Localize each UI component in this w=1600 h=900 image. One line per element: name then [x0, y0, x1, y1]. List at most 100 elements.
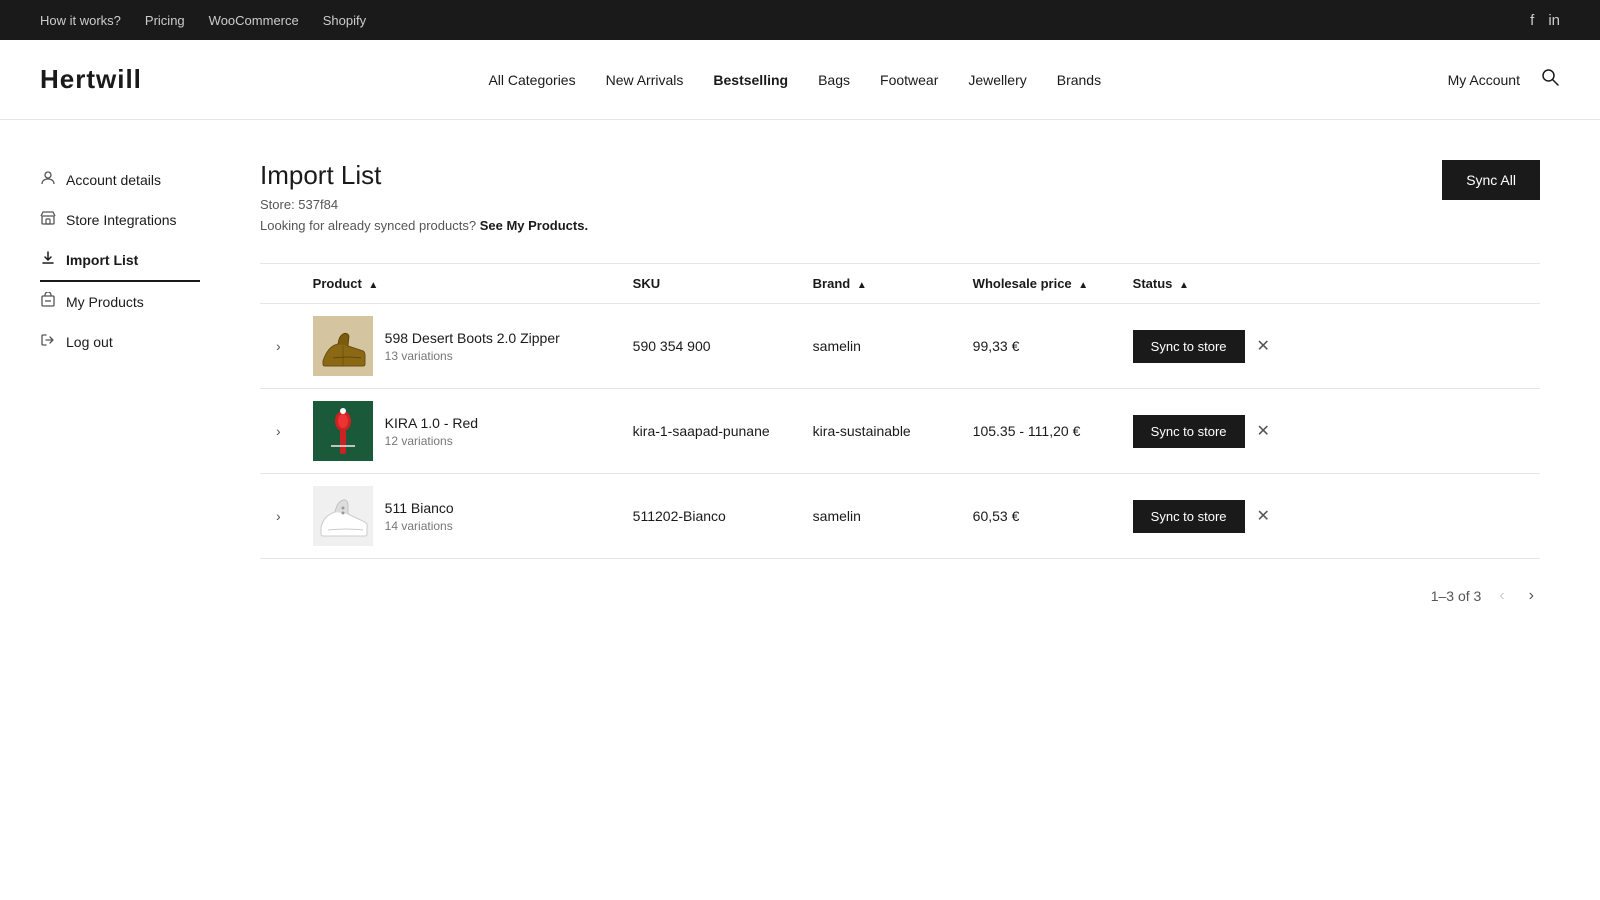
- facebook-icon[interactable]: f: [1530, 12, 1534, 29]
- product-name: 598 Desert Boots 2.0 Zipper: [385, 330, 560, 346]
- store-icon: [40, 210, 56, 230]
- sku-cell: 590 354 900: [617, 304, 797, 389]
- product-info: KIRA 1.0 - Red 12 variations: [385, 415, 478, 448]
- remove-product-button[interactable]: ✕: [1257, 506, 1270, 526]
- import-list-info: Import List Store: 537f84 Looking for al…: [260, 160, 588, 233]
- col-product-header[interactable]: Product ▲: [297, 264, 617, 304]
- header-right: My Account: [1448, 67, 1560, 92]
- brand-cell: samelin: [797, 304, 957, 389]
- product-sort-icon: ▲: [368, 280, 378, 291]
- nav-new-arrivals[interactable]: New Arrivals: [606, 72, 684, 88]
- row-expand-cell: ›: [260, 389, 297, 474]
- product-info: 511 Bianco 14 variations: [385, 500, 454, 533]
- my-account-link[interactable]: My Account: [1448, 72, 1520, 88]
- product-cell: 511 Bianco 14 variations: [297, 474, 617, 559]
- sync-to-store-button[interactable]: Sync to store: [1133, 415, 1245, 448]
- product-info: 598 Desert Boots 2.0 Zipper 13 variation…: [385, 330, 560, 363]
- product-variations: 12 variations: [385, 434, 478, 448]
- product-name: 511 Bianco: [385, 500, 454, 516]
- brand-cell: samelin: [797, 474, 957, 559]
- nav-brands[interactable]: Brands: [1057, 72, 1101, 88]
- product-cell: 598 Desert Boots 2.0 Zipper 13 variation…: [297, 304, 617, 389]
- price-cell: 60,53 €: [957, 474, 1117, 559]
- col-status-header[interactable]: Status ▲: [1117, 264, 1540, 304]
- topbar: How it works? Pricing WooCommerce Shopif…: [0, 0, 1600, 40]
- sync-to-store-button[interactable]: Sync to store: [1133, 330, 1245, 363]
- table-row: › 598 Desert Boots 2.0 Zipper 13 variati…: [260, 304, 1540, 389]
- sync-to-store-button[interactable]: Sync to store: [1133, 500, 1245, 533]
- col-brand-header[interactable]: Brand ▲: [797, 264, 957, 304]
- nav-bags[interactable]: Bags: [818, 72, 850, 88]
- sku-cell: kira-1-saapad-punane: [617, 389, 797, 474]
- see-my-products-link[interactable]: See My Products.: [480, 218, 588, 233]
- search-button[interactable]: [1540, 67, 1560, 92]
- nav-footwear[interactable]: Footwear: [880, 72, 938, 88]
- logout-icon: [40, 332, 56, 352]
- topbar-link-how[interactable]: How it works?: [40, 13, 121, 28]
- sidebar-item-store-integrations[interactable]: Store Integrations: [40, 200, 200, 240]
- pagination-prev-button[interactable]: ‹: [1493, 583, 1510, 609]
- pagination: 1–3 of 3 ‹ ›: [260, 583, 1540, 609]
- status-sort-icon: ▲: [1179, 280, 1189, 291]
- product-variations: 13 variations: [385, 349, 560, 363]
- product-thumbnail: [313, 401, 373, 461]
- page-layout: Account details Store Integrations Impor…: [0, 120, 1600, 900]
- expand-arrow[interactable]: ›: [276, 423, 281, 439]
- nav-all-categories[interactable]: All Categories: [488, 72, 575, 88]
- sidebar-label-import-list: Import List: [66, 252, 138, 268]
- status-cell: Sync to store ✕: [1117, 389, 1540, 474]
- header: Hertwill All Categories New Arrivals Bes…: [0, 40, 1600, 120]
- col-price-header[interactable]: Wholesale price ▲: [957, 264, 1117, 304]
- person-icon: [40, 170, 56, 190]
- topbar-link-woocommerce[interactable]: WooCommerce: [209, 13, 299, 28]
- sync-all-button[interactable]: Sync All: [1442, 160, 1540, 200]
- status-cell: Sync to store ✕: [1117, 474, 1540, 559]
- expand-arrow[interactable]: ›: [276, 338, 281, 354]
- brand-cell: kira-sustainable: [797, 389, 957, 474]
- price-cell: 105.35 - 111,20 €: [957, 389, 1117, 474]
- topbar-link-shopify[interactable]: Shopify: [323, 13, 366, 28]
- pagination-next-button[interactable]: ›: [1523, 583, 1540, 609]
- remove-product-button[interactable]: ✕: [1257, 336, 1270, 356]
- col-expand-header: [260, 264, 297, 304]
- pagination-label: 1–3 of 3: [1431, 588, 1482, 604]
- main-nav: All Categories New Arrivals Bestselling …: [488, 72, 1101, 88]
- sidebar-item-account-details[interactable]: Account details: [40, 160, 200, 200]
- product-variations: 14 variations: [385, 519, 454, 533]
- col-sku-header: SKU: [617, 264, 797, 304]
- topbar-link-pricing[interactable]: Pricing: [145, 13, 185, 28]
- store-label: Store: 537f84: [260, 197, 588, 212]
- product-thumbnail: [313, 316, 373, 376]
- table-row: › 511 Bianco 14 variations: [260, 474, 1540, 559]
- sidebar-label-store-integrations: Store Integrations: [66, 212, 177, 228]
- expand-arrow[interactable]: ›: [276, 508, 281, 524]
- import-list-header: Import List Store: 537f84 Looking for al…: [260, 160, 1540, 233]
- nav-jewellery[interactable]: Jewellery: [968, 72, 1026, 88]
- nav-bestselling[interactable]: Bestselling: [713, 72, 788, 88]
- linkedin-icon[interactable]: in: [1548, 12, 1560, 29]
- sidebar-label-logout: Log out: [66, 334, 113, 350]
- product-thumbnail: [313, 486, 373, 546]
- sidebar-item-import-list[interactable]: Import List: [40, 240, 200, 282]
- logo[interactable]: Hertwill: [40, 64, 142, 95]
- sku-cell: 511202-Bianco: [617, 474, 797, 559]
- download-icon: [40, 250, 56, 270]
- sidebar: Account details Store Integrations Impor…: [0, 120, 220, 900]
- sync-prompt: Looking for already synced products? See…: [260, 218, 588, 233]
- status-cell: Sync to store ✕: [1117, 304, 1540, 389]
- row-expand-cell: ›: [260, 304, 297, 389]
- product-name: KIRA 1.0 - Red: [385, 415, 478, 431]
- sidebar-label-my-products: My Products: [66, 294, 144, 310]
- product-cell: KIRA 1.0 - Red 12 variations: [297, 389, 617, 474]
- sidebar-item-my-products[interactable]: My Products: [40, 282, 200, 322]
- main-content: Import List Store: 537f84 Looking for al…: [220, 120, 1600, 900]
- sidebar-item-logout[interactable]: Log out: [40, 322, 200, 362]
- row-expand-cell: ›: [260, 474, 297, 559]
- topbar-links: How it works? Pricing WooCommerce Shopif…: [40, 13, 366, 28]
- sidebar-label-account-details: Account details: [66, 172, 161, 188]
- product-table: Product ▲ SKU Brand ▲ Wholesale price ▲ …: [260, 263, 1540, 559]
- remove-product-button[interactable]: ✕: [1257, 421, 1270, 441]
- price-cell: 99,33 €: [957, 304, 1117, 389]
- price-sort-icon: ▲: [1078, 280, 1088, 291]
- brand-sort-icon: ▲: [857, 280, 867, 291]
